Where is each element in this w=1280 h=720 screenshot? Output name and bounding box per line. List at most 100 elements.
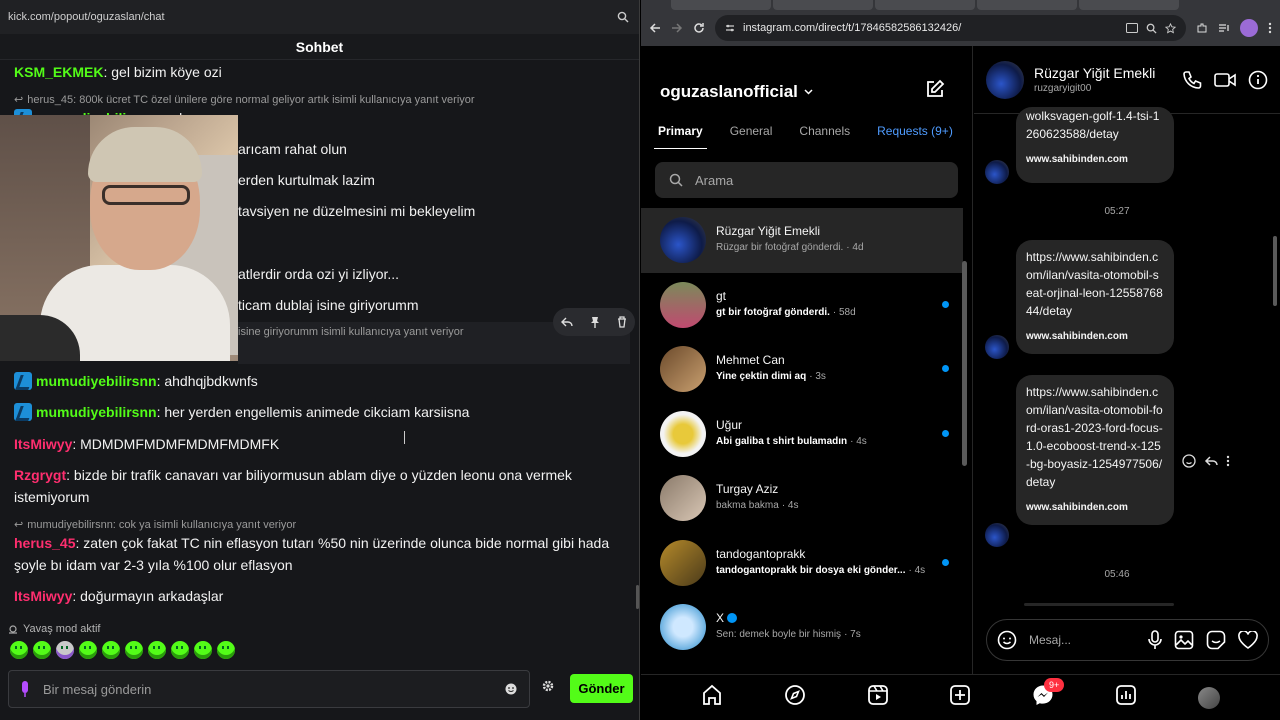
emote-icon[interactable] <box>102 641 120 659</box>
pin-icon[interactable] <box>590 316 600 328</box>
create-icon[interactable] <box>949 684 971 711</box>
forward-icon[interactable] <box>671 22 683 34</box>
star-icon[interactable] <box>1165 22 1176 34</box>
conversation-avatar[interactable] <box>660 281 706 328</box>
conversation-item[interactable]: tandogantoprakk tandogantoprakk bir dosya… <box>641 531 963 596</box>
message-text[interactable]: https://www.sahibinden.com/ilan/vasita-o… <box>1026 248 1164 320</box>
thread-scrollbar[interactable] <box>1273 236 1277 306</box>
emote-icon[interactable] <box>33 641 51 659</box>
reload-icon[interactable] <box>693 22 705 34</box>
more-icon[interactable] <box>1226 454 1230 468</box>
chat-username[interactable]: ItsMiwyy <box>14 588 72 604</box>
zoom-icon[interactable] <box>617 11 629 23</box>
zoom-icon[interactable] <box>1146 23 1157 34</box>
address-bar[interactable]: instagram.com/direct/t/17846582586132426… <box>715 15 1186 41</box>
conversation-item[interactable]: Mehmet Can Yine çektin dimi aq · 3s <box>641 337 963 402</box>
emoji-icon[interactable] <box>997 630 1017 650</box>
tab-requests[interactable]: Requests (9+) <box>877 124 953 138</box>
browser-tab[interactable] <box>773 0 873 10</box>
messenger-icon[interactable]: 9+ <box>1032 678 1065 711</box>
more-icon[interactable] <box>1268 22 1272 34</box>
sender-avatar[interactable] <box>985 160 1009 184</box>
reply-icon[interactable] <box>1204 454 1218 468</box>
emote-icon[interactable] <box>171 641 189 659</box>
emoji-icon[interactable] <box>505 683 517 695</box>
chat-username[interactable]: ItsMiwyy <box>14 436 72 452</box>
conversation-avatar[interactable] <box>660 410 706 457</box>
chat-username[interactable]: Rzgrygt <box>14 467 66 483</box>
install-icon[interactable] <box>1126 23 1138 33</box>
new-message-icon[interactable] <box>925 79 945 99</box>
inbox-scrollbar[interactable] <box>962 261 967 466</box>
emote-icon[interactable] <box>125 641 143 659</box>
emote-icon[interactable] <box>79 641 97 659</box>
home-icon[interactable] <box>701 684 723 711</box>
conversation-avatar[interactable] <box>660 475 706 522</box>
chat-scrollbar[interactable] <box>636 585 639 609</box>
tab-general[interactable]: General <box>730 124 773 138</box>
message-bubble[interactable]: https://www.sahibinden.com/ilan/vasita-o… <box>1016 375 1174 525</box>
site-info-icon[interactable] <box>725 23 735 33</box>
chat-message: mumudiyebilirsnn: her yerden engellemis … <box>14 401 625 423</box>
reply-icon[interactable] <box>561 316 574 328</box>
profile-avatar[interactable] <box>1197 686 1220 709</box>
video-call-icon[interactable] <box>1214 70 1236 90</box>
conversation-avatar[interactable] <box>660 217 706 264</box>
emote-icon[interactable] <box>217 641 235 659</box>
thread-name[interactable]: Rüzgar Yiğit Emekli <box>1034 65 1172 81</box>
message-bubble[interactable]: https://www.sahibinden.com/ilan/vasita-o… <box>1016 240 1174 354</box>
search-input[interactable]: Arama <box>655 162 958 198</box>
chat-username[interactable]: mumudiyebilirsnn <box>36 404 157 420</box>
send-button[interactable]: Gönder <box>570 674 633 703</box>
chat-input[interactable]: Bir mesaj gönderin <box>8 670 530 708</box>
mic-icon[interactable] <box>21 681 29 697</box>
popout-url[interactable]: kick.com/popout/oguzaslan/chat <box>8 11 607 23</box>
explore-icon[interactable] <box>784 684 806 711</box>
emote-icon[interactable] <box>10 641 28 659</box>
sender-avatar[interactable] <box>985 335 1009 359</box>
microphone-icon[interactable] <box>1148 630 1162 650</box>
sticker-icon[interactable] <box>1206 630 1226 650</box>
conversation-item[interactable]: Uğur Abi galiba t shirt bulamadın · 4s <box>641 402 963 467</box>
image-icon[interactable] <box>1174 630 1194 650</box>
emote-icon[interactable] <box>56 641 74 659</box>
gear-icon[interactable] <box>542 680 554 692</box>
heart-icon[interactable] <box>1238 631 1258 649</box>
account-switcher[interactable]: oguzaslanofficial <box>660 82 813 102</box>
media-icon[interactable] <box>1218 22 1230 34</box>
chat-username[interactable]: mumudiyebilirsnn <box>36 373 157 389</box>
conversation-item[interactable]: X Sen: demek boyle bir hismiş · 7s <box>641 595 963 660</box>
phone-icon[interactable] <box>1182 70 1202 90</box>
chat-username[interactable]: KSM_EKMEK <box>14 64 103 80</box>
sender-avatar[interactable] <box>985 523 1009 547</box>
reels-icon[interactable] <box>867 684 889 711</box>
browser-tab[interactable] <box>875 0 975 10</box>
conversation-item[interactable]: Rüzgar Yiğit Emekli Rüzgar bir fotoğraf g… <box>641 208 963 273</box>
emote-icon[interactable] <box>194 641 212 659</box>
thread-avatar[interactable] <box>986 60 1024 99</box>
conversation-item[interactable]: gt gt bir fotoğraf gönderdi. · 58d <box>641 273 963 338</box>
tab-primary[interactable]: Primary <box>654 124 707 149</box>
conversation-avatar[interactable] <box>660 539 706 586</box>
back-icon[interactable] <box>649 22 661 34</box>
react-icon[interactable] <box>1182 454 1196 468</box>
message-text[interactable]: wolksvagen-golf-1.4-tsi-1260623588/detay <box>1026 107 1164 143</box>
browser-tab[interactable] <box>977 0 1077 10</box>
browser-tab[interactable] <box>671 0 771 10</box>
chat-text: her yerden engellemis animede cikciam ka… <box>164 404 470 420</box>
chat-username[interactable]: herus_45 <box>14 535 75 551</box>
tab-channels[interactable]: Channels <box>799 124 850 138</box>
emote-icon[interactable] <box>148 641 166 659</box>
profile-avatar[interactable] <box>1240 19 1258 37</box>
message-text[interactable]: https://www.sahibinden.com/ilan/vasita-o… <box>1026 383 1164 491</box>
conversation-avatar[interactable] <box>660 346 706 393</box>
browser-tab[interactable] <box>1079 0 1179 10</box>
delete-icon[interactable] <box>617 316 627 328</box>
message-composer[interactable]: Mesaj... <box>986 619 1269 661</box>
info-icon[interactable] <box>1248 70 1268 90</box>
message-bubble[interactable]: wolksvagen-golf-1.4-tsi-1260623588/detay… <box>1016 107 1174 183</box>
dashboard-icon[interactable] <box>1115 684 1137 711</box>
conversation-avatar[interactable] <box>660 604 706 651</box>
conversation-item[interactable]: Turgay Aziz bakma bakma · 4s <box>641 466 963 531</box>
extensions-icon[interactable] <box>1196 22 1208 34</box>
